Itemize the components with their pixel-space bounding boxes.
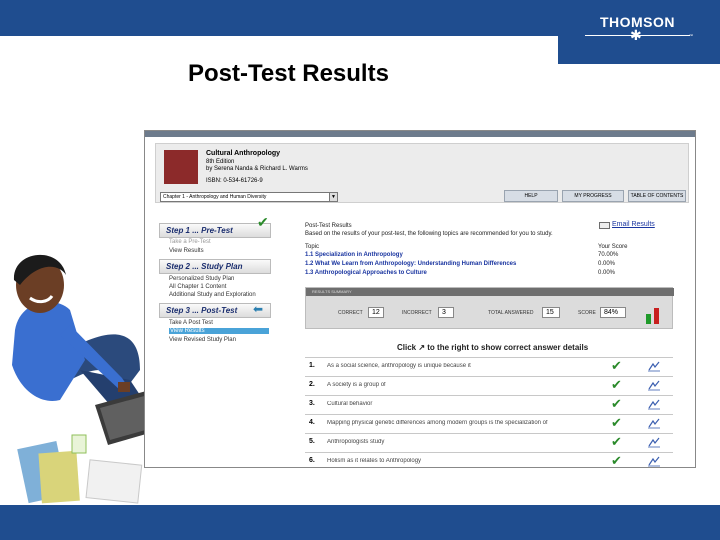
book-edition: 8th Edition [206, 159, 235, 165]
check-icon: ✔ [611, 434, 622, 449]
answer-details-icon[interactable] [647, 417, 661, 429]
answer-details-instruction: Click ↗ to the right to show correct ans… [397, 343, 589, 352]
correct-bar [646, 314, 651, 324]
answer-details-icon[interactable] [647, 398, 661, 410]
question-text: A society is a group of [327, 382, 386, 388]
topic-score: 70.00% [598, 252, 619, 258]
star-icon: ✱ [630, 27, 642, 43]
nav-take-pre-test[interactable]: Take a Pre-Test [169, 239, 211, 245]
book-isbn: ISBN: 0-534-61726-9 [206, 178, 263, 184]
answer-details-icon[interactable] [647, 455, 661, 467]
answer-details-icon[interactable] [647, 436, 661, 448]
question-row: 5. Anthropologists study ✔ [305, 433, 673, 452]
score-value: 84% [600, 307, 626, 318]
recommended-topic-link[interactable]: 1.3 Anthropological Approaches to Cultur… [305, 270, 427, 276]
question-text: Anthropologists study [327, 439, 385, 445]
step-1-header[interactable]: Step 1 ... Pre-Test [159, 223, 271, 238]
help-button[interactable]: HELP [504, 190, 558, 202]
email-icon[interactable] [599, 222, 610, 229]
answer-details-icon[interactable] [647, 379, 661, 391]
question-number: 6. [309, 457, 315, 464]
question-row: 2. A society is a group of ✔ [305, 376, 673, 395]
question-number: 4. [309, 419, 315, 426]
book-title: Cultural Anthropology [206, 150, 281, 157]
question-number: 2. [309, 381, 315, 388]
topic-column-header: Topic [305, 244, 320, 250]
book-cover-image [164, 150, 198, 184]
logo-trademark: ™ [689, 33, 693, 38]
incorrect-count: 3 [438, 307, 454, 318]
nav-personalized-study-plan[interactable]: Personalized Study Plan [169, 276, 234, 282]
question-row: 1. As a social science, anthropology is … [305, 357, 673, 376]
book-authors: by Serena Nanda & Richard L. Warms [206, 166, 308, 172]
chapter-select-value: Chapter 1 - Anthropology and Human Diver… [163, 194, 267, 200]
check-icon: ✔ [611, 453, 622, 468]
check-icon: ✔ [611, 415, 622, 430]
answer-details-icon[interactable] [647, 360, 661, 372]
arrow-left-icon: ⬅ [253, 302, 264, 316]
recommended-topic-link[interactable]: 1.1 Specialization in Anthropology [305, 252, 403, 258]
question-text: Cultural behavior [327, 401, 373, 407]
nav-all-chapter-content[interactable]: All Chapter 1 Content [169, 284, 226, 290]
check-icon: ✔ [611, 377, 622, 392]
total-answered-count: 15 [542, 307, 560, 318]
book-header: Cultural Anthropology 8th Edition by Ser… [155, 143, 689, 203]
browser-bar [145, 131, 695, 137]
table-of-contents-button[interactable]: TABLE OF CONTENTS [628, 190, 686, 202]
question-row: 6. Holism as it relates to Anthropology … [305, 452, 673, 468]
topic-score: 0.00% [598, 261, 616, 267]
nav-view-revised-study-plan[interactable]: View Revised Study Plan [169, 337, 236, 343]
question-text: As a social science, anthropology is uni… [327, 363, 471, 369]
results-summary-tab-label: RESULTS SUMMARY [312, 289, 352, 294]
score-label: SCORE [578, 310, 596, 316]
question-row: 3. Cultural behavior ✔ [305, 395, 673, 414]
slide-title: Post-Test Results [188, 60, 389, 87]
chevron-down-icon[interactable]: ▼ [329, 193, 337, 201]
recommended-topic-link[interactable]: 1.2 What We Learn from Anthropology: Und… [305, 261, 516, 267]
chapter-select[interactable]: Chapter 1 - Anthropology and Human Diver… [160, 192, 338, 202]
correct-count: 12 [368, 307, 384, 318]
check-icon: ✔ [257, 214, 269, 230]
check-icon: ✔ [611, 396, 622, 411]
results-summary-panel: RESULTS SUMMARY CORRECT 12 INCORRECT 3 T… [305, 287, 674, 329]
correct-label: CORRECT [338, 310, 363, 316]
nav-take-post-test[interactable]: Take A Post Test [169, 320, 213, 326]
step-2-header[interactable]: Step 2 ... Study Plan [159, 259, 271, 274]
total-answered-label: TOTAL ANSWERED [488, 310, 534, 316]
question-row: 4. Mapping physical genetic differences … [305, 414, 673, 433]
results-summary-tab: RESULTS SUMMARY [306, 288, 674, 296]
nav-additional-study[interactable]: Additional Study and Exploration [169, 292, 256, 298]
nav-view-post-test-results[interactable]: View Results [169, 328, 269, 334]
incorrect-label: INCORRECT [402, 310, 432, 316]
application-screenshot: Cultural Anthropology 8th Edition by Ser… [144, 130, 696, 468]
my-progress-button[interactable]: MY PROGRESS [562, 190, 624, 202]
question-text: Mapping physical genetic differences amo… [327, 420, 548, 426]
slide-bottom-band [0, 505, 720, 540]
score-column-header: Your Score [598, 244, 628, 250]
question-number: 1. [309, 362, 315, 369]
topic-score: 0.00% [598, 270, 616, 276]
question-number: 3. [309, 400, 315, 407]
question-text: Holism as it relates to Anthropology [327, 458, 422, 464]
incorrect-bar [654, 308, 659, 324]
results-intro: Based on the results of your post-test, … [305, 231, 553, 237]
check-icon: ✔ [611, 358, 622, 373]
nav-view-pre-test-results[interactable]: View Results [169, 248, 204, 254]
question-number: 5. [309, 438, 315, 445]
email-results-link[interactable]: Email Results [612, 221, 655, 228]
results-heading: Post-Test Results [305, 223, 352, 229]
